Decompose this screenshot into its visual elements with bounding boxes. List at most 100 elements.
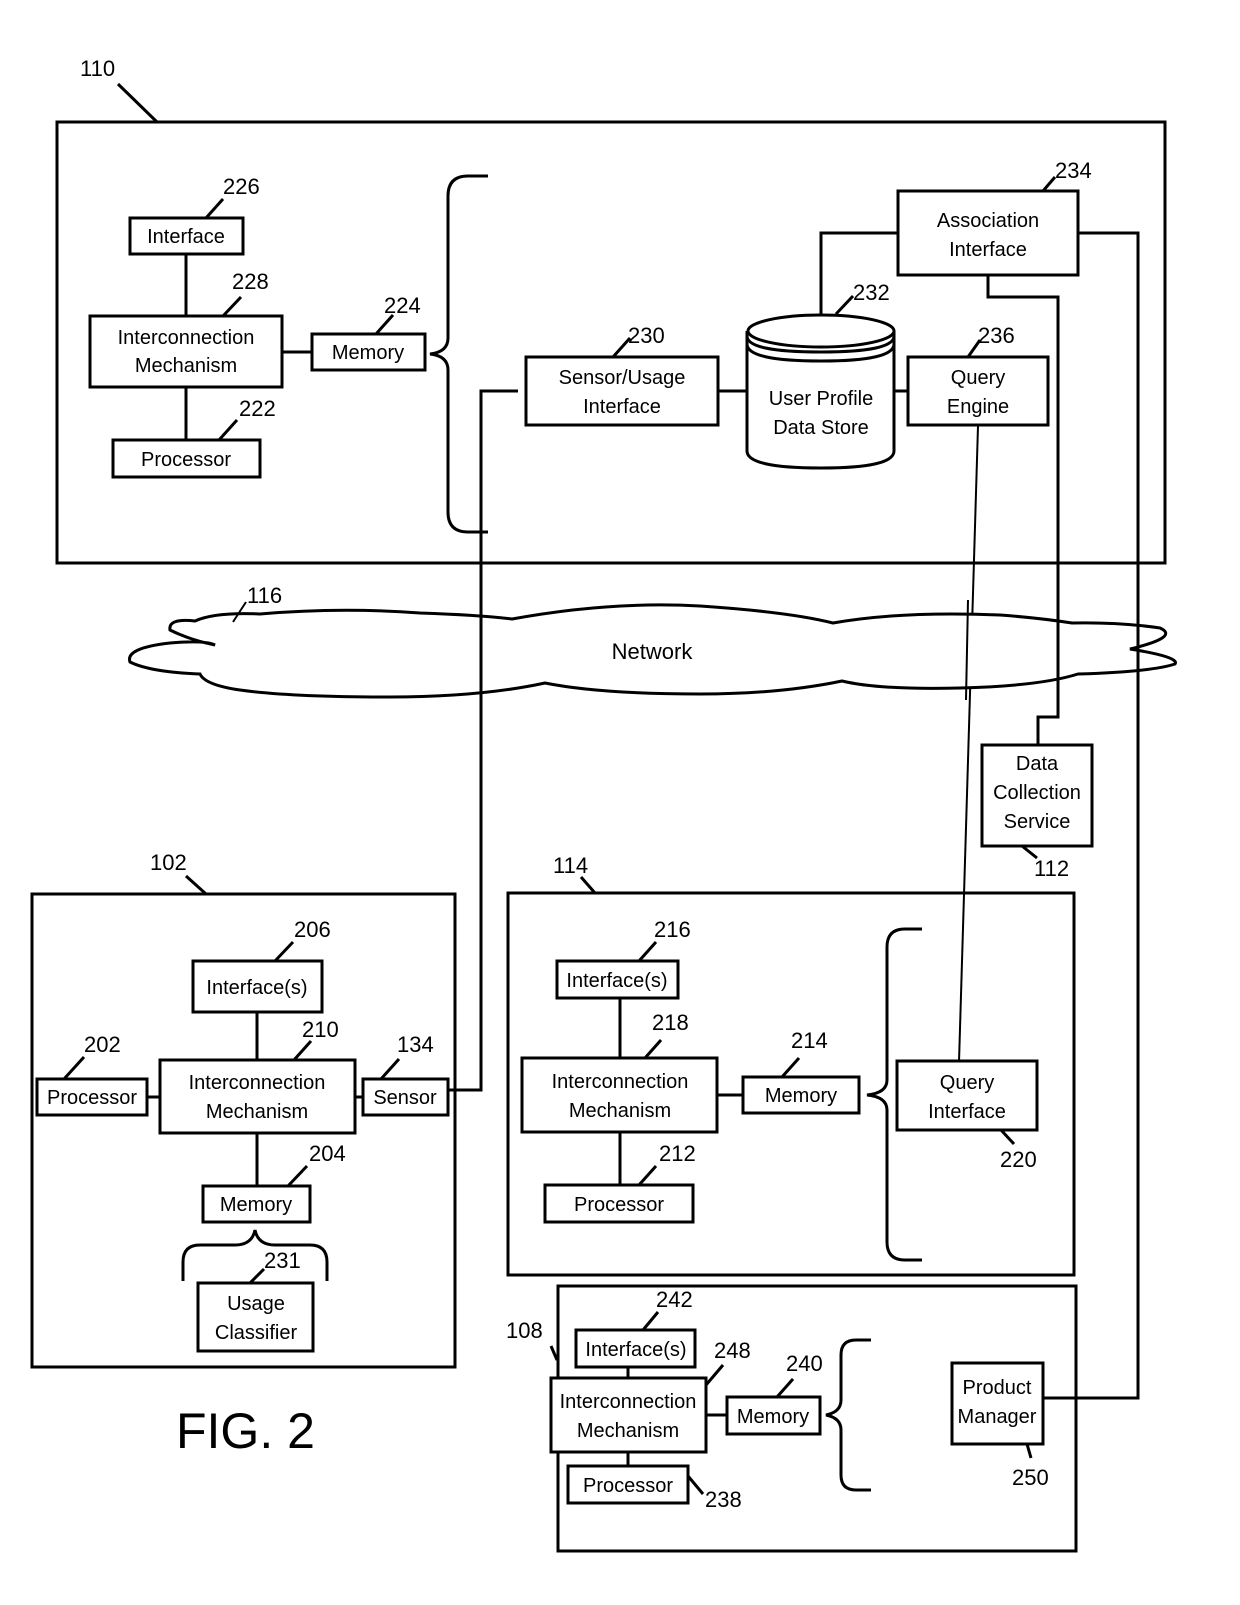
leader-line bbox=[780, 1056, 801, 1079]
device-102: 102 Interface(s) 206 Interconnection Mec… bbox=[30, 850, 457, 1369]
leader-line bbox=[775, 1378, 795, 1398]
interface-label: Interface bbox=[147, 226, 225, 248]
network-label: Network bbox=[612, 639, 694, 664]
ref-232: 232 bbox=[853, 280, 890, 305]
sensor-usage-label-2: Interface bbox=[583, 396, 661, 418]
ref-220: 220 bbox=[1000, 1147, 1037, 1172]
ref-228: 228 bbox=[232, 269, 269, 294]
interconnect-label-1: Interconnection bbox=[552, 1071, 689, 1093]
memory-contents-brace bbox=[825, 1338, 871, 1492]
interconnect-label-2: Mechanism bbox=[206, 1101, 308, 1123]
leader-line bbox=[379, 1057, 401, 1081]
leader-line bbox=[637, 940, 658, 963]
user-profile-data-store: User Profile Data Store bbox=[745, 313, 896, 470]
query-engine-to-query-interface-line bbox=[958, 425, 979, 1063]
sensor-label: Sensor bbox=[373, 1087, 437, 1109]
interfaces-label: Interface(s) bbox=[206, 977, 307, 999]
query-engine-label-2: Engine bbox=[947, 396, 1009, 418]
ref-224: 224 bbox=[384, 293, 421, 318]
leader-line bbox=[643, 1039, 663, 1059]
leader-line bbox=[221, 295, 243, 318]
association-label-2: Interface bbox=[949, 239, 1027, 261]
memory-contents-brace bbox=[429, 174, 488, 534]
leader-line bbox=[184, 874, 208, 896]
ref-240: 240 bbox=[786, 1351, 823, 1376]
leader-line bbox=[116, 82, 159, 124]
ref-242: 242 bbox=[656, 1287, 693, 1312]
leader-line bbox=[549, 1345, 559, 1361]
processor-label: Processor bbox=[141, 449, 231, 471]
ref-214: 214 bbox=[791, 1028, 828, 1053]
leader-line bbox=[292, 1039, 313, 1062]
product-manager-box bbox=[950, 1361, 1045, 1446]
cylinder-top bbox=[746, 313, 896, 349]
interconnect-label-1: Interconnection bbox=[560, 1391, 697, 1413]
ref-204: 204 bbox=[309, 1141, 346, 1166]
product-manager-label-1: Product bbox=[963, 1377, 1032, 1399]
leader-line bbox=[248, 1267, 266, 1285]
ref-202: 202 bbox=[84, 1032, 121, 1057]
query-interface-label-2: Interface bbox=[928, 1101, 1006, 1123]
ref-218: 218 bbox=[652, 1010, 689, 1035]
ref-206: 206 bbox=[294, 917, 331, 942]
processor-label: Processor bbox=[574, 1194, 664, 1216]
leader-line bbox=[637, 1164, 658, 1187]
network-cloud: Network 116 bbox=[128, 583, 1177, 701]
ref-134: 134 bbox=[397, 1032, 434, 1057]
patent-figure: 110 Interface 226 Interconnection Mechan… bbox=[30, 56, 1177, 1553]
association-interface-box bbox=[896, 189, 1080, 277]
leader-line bbox=[273, 940, 295, 963]
ref-210: 210 bbox=[302, 1017, 339, 1042]
leader-line bbox=[641, 1311, 660, 1331]
ref-250: 250 bbox=[1012, 1465, 1049, 1490]
leader-line bbox=[217, 418, 239, 442]
sensor-usage-label-1: Sensor/Usage bbox=[559, 367, 686, 389]
datastore-label-2: Data Store bbox=[773, 417, 869, 439]
ref-110: 110 bbox=[80, 56, 115, 81]
interconnect-label-2: Mechanism bbox=[569, 1100, 671, 1122]
leader-line bbox=[1041, 176, 1057, 192]
ref-102: 102 bbox=[150, 850, 187, 875]
interconnect-label-2: Mechanism bbox=[135, 355, 237, 377]
ref-236: 236 bbox=[978, 323, 1015, 348]
ref-226: 226 bbox=[223, 174, 260, 199]
processor-label: Processor bbox=[47, 1087, 137, 1109]
memory-label: Memory bbox=[220, 1194, 292, 1216]
dcs-label-2: Collection bbox=[993, 782, 1081, 804]
datastore-label-1: User Profile bbox=[769, 388, 873, 410]
association-label-1: Association bbox=[937, 210, 1039, 232]
leader-line bbox=[62, 1055, 86, 1081]
ref-108: 108 bbox=[506, 1318, 543, 1343]
ref-248: 248 bbox=[714, 1338, 751, 1363]
ref-222: 222 bbox=[239, 396, 276, 421]
query-interface-label-1: Query bbox=[940, 1072, 994, 1094]
memory-label: Memory bbox=[332, 342, 404, 364]
dcs-label-3: Service bbox=[1004, 811, 1071, 833]
dcs-label-1: Data bbox=[1016, 753, 1059, 775]
usage-classifier-label-1: Usage bbox=[227, 1293, 285, 1315]
ref-114: 114 bbox=[553, 853, 588, 878]
ref-234: 234 bbox=[1055, 158, 1092, 183]
interconnect-label-1: Interconnection bbox=[189, 1072, 326, 1094]
leader-line bbox=[286, 1164, 309, 1188]
ref-216: 216 bbox=[654, 917, 691, 942]
usage-classifier-label-2: Classifier bbox=[215, 1322, 298, 1344]
processor-label: Processor bbox=[583, 1475, 673, 1497]
product-manager-label-2: Manager bbox=[958, 1406, 1037, 1428]
server-110: 110 Interface 226 Interconnection Mechan… bbox=[55, 56, 1167, 565]
ref-238: 238 bbox=[705, 1487, 742, 1512]
leader-line bbox=[686, 1475, 705, 1495]
leader-line bbox=[204, 197, 225, 220]
interconnect-label-1: Interconnection bbox=[118, 327, 255, 349]
interfaces-label: Interface(s) bbox=[585, 1339, 686, 1361]
leader-line bbox=[579, 876, 597, 894]
memory-label: Memory bbox=[737, 1406, 809, 1428]
device-114: 114 Interface(s) 216 Interconnection Mec… bbox=[506, 853, 1076, 1277]
device-108: 108 Interface(s) 242 Interconnection Mec… bbox=[506, 1284, 1078, 1553]
memory-label: Memory bbox=[765, 1085, 837, 1107]
leader-line bbox=[1025, 1443, 1033, 1459]
ref-112: 112 bbox=[1034, 856, 1069, 881]
interfaces-label: Interface(s) bbox=[566, 970, 667, 992]
ref-231: 231 bbox=[264, 1248, 301, 1273]
figure-caption: FIG. 2 bbox=[176, 1403, 315, 1459]
